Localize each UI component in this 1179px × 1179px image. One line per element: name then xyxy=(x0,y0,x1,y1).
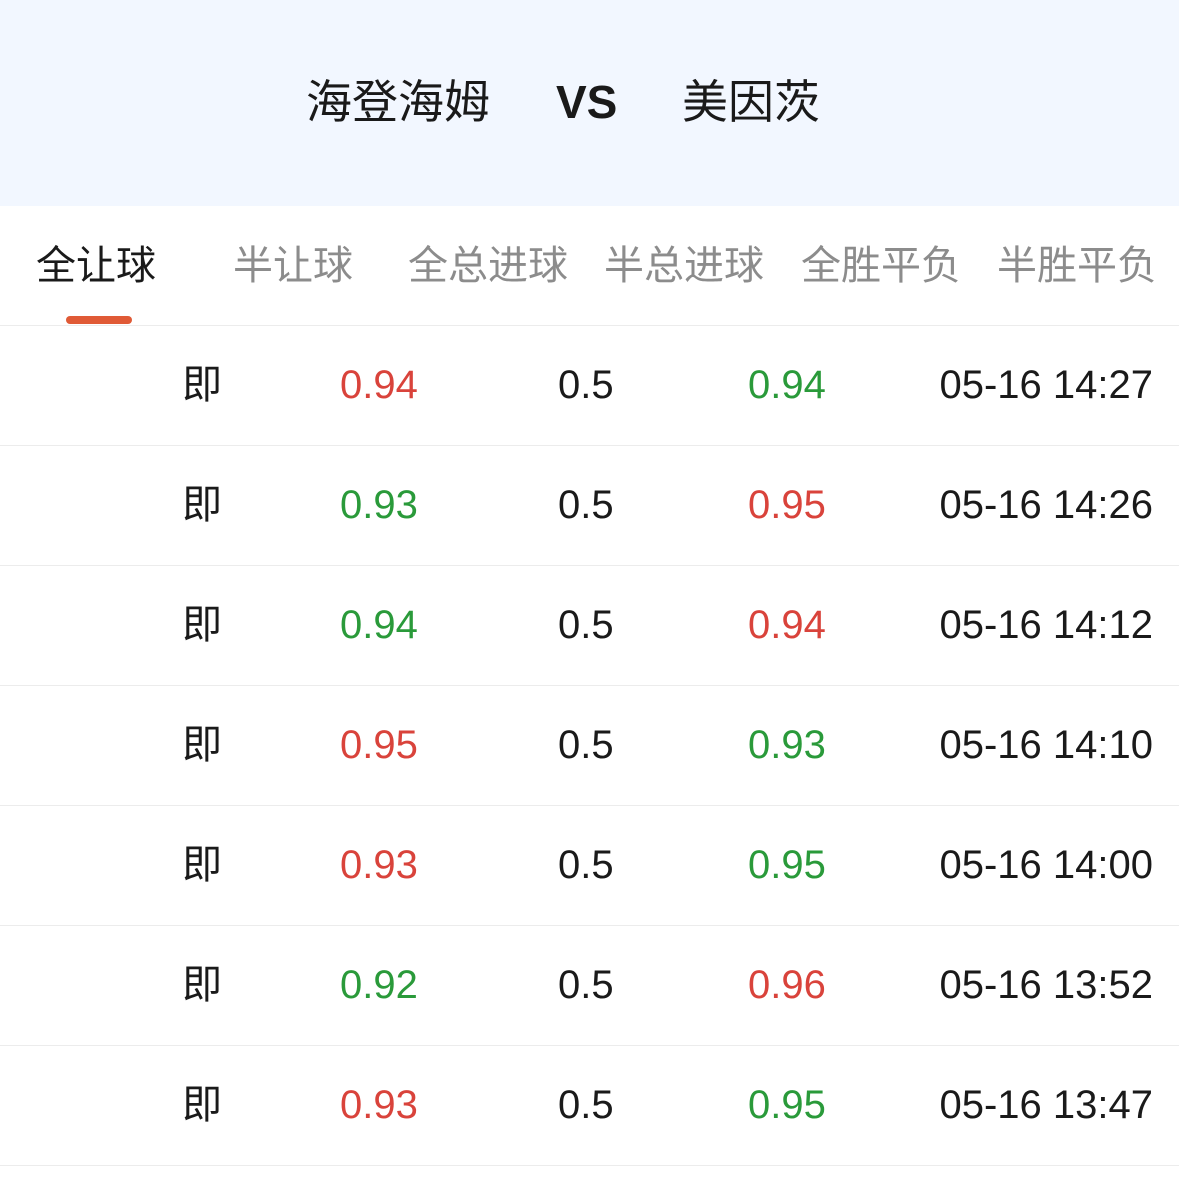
odds-tab-bar: 全让球 半让球 全总进球 半总进球 全胜平负 半胜平负 xyxy=(0,206,1179,326)
table-row[interactable]: 即 0.92 0.5 0.96 05-16 13:52 xyxy=(0,926,1179,1046)
away-odds: 0.95 xyxy=(748,843,826,887)
update-time: 05-16 13:47 xyxy=(939,1083,1153,1127)
away-odds: 0.95 xyxy=(748,483,826,527)
table-row[interactable]: 即 0.95 0.5 0.93 05-16 14:10 xyxy=(0,686,1179,806)
handicap-line: 0.5 xyxy=(558,363,614,407)
away-team-name: 美因茨 xyxy=(682,75,820,129)
table-row[interactable]: 即 0.93 0.5 0.95 05-16 14:00 xyxy=(0,806,1179,926)
home-odds: 0.92 xyxy=(340,963,418,1007)
odds-type: 即 xyxy=(182,1082,222,1128)
away-odds: 0.96 xyxy=(748,963,826,1007)
away-odds: 0.94 xyxy=(748,603,826,647)
odds-table: 即 0.94 0.5 0.94 05-16 14:27 即 0.93 0.5 0… xyxy=(0,326,1179,1166)
odds-type: 即 xyxy=(182,962,222,1008)
update-time: 05-16 14:10 xyxy=(939,723,1153,767)
home-odds: 0.94 xyxy=(340,603,418,647)
home-odds: 0.95 xyxy=(340,723,418,767)
handicap-line: 0.5 xyxy=(558,603,614,647)
odds-type: 即 xyxy=(182,482,222,528)
odds-type: 即 xyxy=(182,722,222,768)
vs-label: VS xyxy=(556,76,618,128)
handicap-line: 0.5 xyxy=(558,843,614,887)
active-tab-indicator xyxy=(66,316,132,324)
home-odds: 0.93 xyxy=(340,483,418,527)
tab-full-win-draw-lose[interactable]: 全胜平负 xyxy=(801,240,961,292)
odds-type: 即 xyxy=(182,842,222,888)
tab-full-total-goals[interactable]: 全总进球 xyxy=(408,240,568,292)
odds-type: 即 xyxy=(182,602,222,648)
update-time: 05-16 14:12 xyxy=(939,603,1153,647)
handicap-line: 0.5 xyxy=(558,483,614,527)
handicap-line: 0.5 xyxy=(558,963,614,1007)
update-time: 05-16 14:27 xyxy=(939,363,1153,407)
tab-half-handicap[interactable]: 半让球 xyxy=(233,240,353,292)
home-odds: 0.94 xyxy=(340,363,418,407)
table-row[interactable]: 即 0.93 0.5 0.95 05-16 13:47 xyxy=(0,1046,1179,1166)
home-odds: 0.93 xyxy=(340,843,418,887)
match-header: 海登海姆 VS 美因茨 xyxy=(0,0,1179,206)
away-odds: 0.95 xyxy=(748,1083,826,1127)
away-odds: 0.93 xyxy=(748,723,826,767)
table-row[interactable]: 即 0.94 0.5 0.94 05-16 14:27 xyxy=(0,326,1179,446)
home-team-name: 海登海姆 xyxy=(306,75,490,129)
home-odds: 0.93 xyxy=(340,1083,418,1127)
tab-full-handicap[interactable]: 全让球 xyxy=(36,240,156,292)
handicap-line: 0.5 xyxy=(558,723,614,767)
update-time: 05-16 14:00 xyxy=(939,843,1153,887)
update-time: 05-16 14:26 xyxy=(939,483,1153,527)
handicap-line: 0.5 xyxy=(558,1083,614,1127)
odds-type: 即 xyxy=(182,362,222,408)
table-row[interactable]: 即 0.94 0.5 0.94 05-16 14:12 xyxy=(0,566,1179,686)
tab-half-total-goals[interactable]: 半总进球 xyxy=(604,240,764,292)
table-row[interactable]: 即 0.93 0.5 0.95 05-16 14:26 xyxy=(0,446,1179,566)
away-odds: 0.94 xyxy=(748,363,826,407)
tab-half-win-draw-lose[interactable]: 半胜平负 xyxy=(997,240,1157,292)
update-time: 05-16 13:52 xyxy=(939,963,1153,1007)
